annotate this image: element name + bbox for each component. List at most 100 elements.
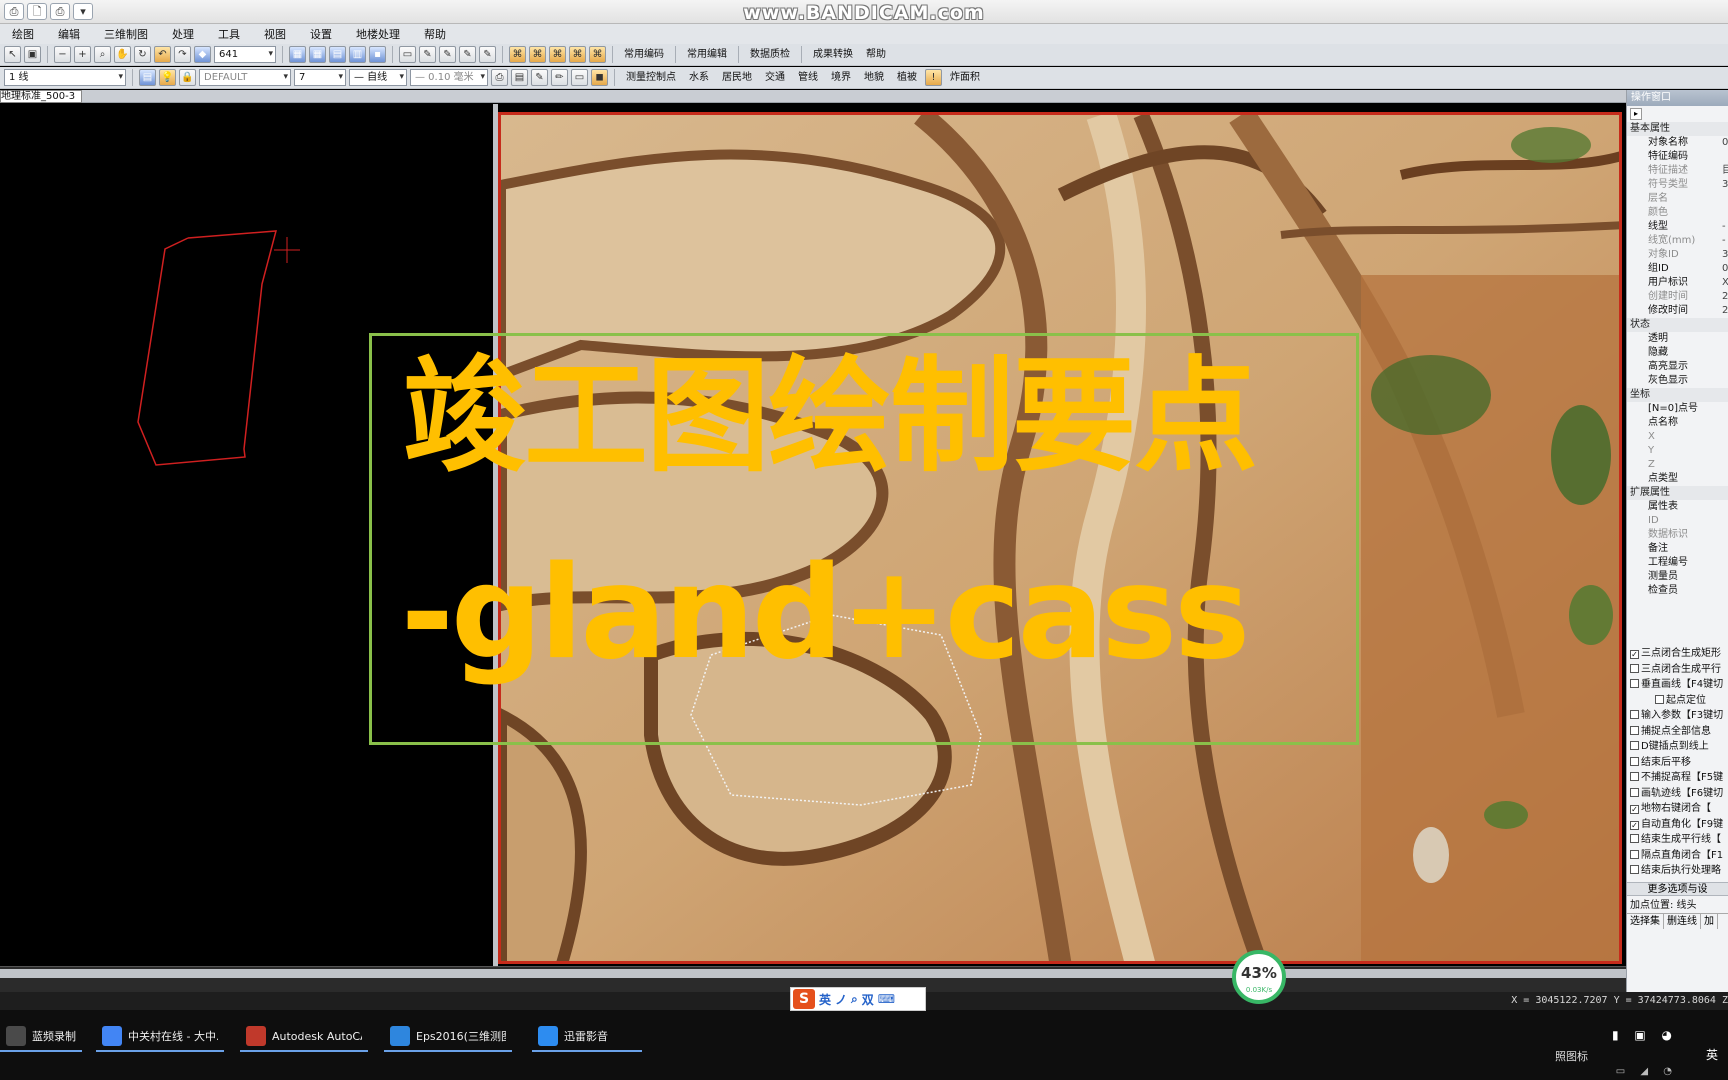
checkbox-icon[interactable] [1630,772,1639,781]
print-preview-icon[interactable]: ⎙ [491,69,508,86]
option-checkbox-row[interactable]: 结束生成平行线【 [1627,832,1728,848]
sogou-logo-icon[interactable]: S [793,989,815,1009]
properties-icon[interactable]: ▤ [511,69,528,86]
menu-tools[interactable]: 工具 [206,26,252,42]
property-row[interactable]: 备注 [1627,542,1728,556]
property-row[interactable]: 透明 [1627,332,1728,346]
property-row[interactable]: 线宽(mm) - [1627,234,1728,248]
option-checkbox-row[interactable]: D键插点到线上 [1627,739,1728,755]
property-row[interactable]: 特征编码 [1627,150,1728,164]
checkbox-icon[interactable] [1630,834,1639,843]
property-row[interactable]: 测量员 [1627,570,1728,584]
taskbar-app[interactable]: 迅雷影音 [532,1022,642,1052]
line-width-combo[interactable]: — 0.10 毫米 [410,69,488,86]
zoom-combo[interactable]: 641 [214,46,276,63]
tab-common-codes[interactable]: 常用编码 [619,46,669,63]
pan-hand-icon[interactable]: ✋ [114,46,131,63]
taskbar-app[interactable]: 中关村在线 - 大中... [96,1022,224,1052]
tab-data-check[interactable]: 数据质检 [745,46,795,63]
option-checkbox-row[interactable]: 画轨迹线【F6键切 [1627,786,1728,802]
menu-building-process[interactable]: 地楼处理 [344,26,412,42]
linetype-combo[interactable]: DEFAULT [199,69,291,86]
property-row[interactable]: 对象ID 3 [1627,248,1728,262]
layer-combo[interactable]: 1 线 [4,69,126,86]
command-line[interactable] [0,969,1626,978]
menu-survey-control[interactable]: 测量控制点 [621,69,681,86]
edit-tool-icon[interactable]: ⌘ [509,46,526,63]
ime-double-pinyin[interactable]: 双 [862,991,874,1008]
checkbox-icon[interactable] [1630,710,1639,719]
property-row[interactable]: 特征描述 目 [1627,164,1728,178]
window-icon[interactable]: ▭ [399,46,416,63]
option-checkbox-row[interactable]: 结束后平移 [1627,755,1728,771]
snap-icon[interactable]: ▦ [309,46,326,63]
property-row[interactable]: 线型 - [1627,220,1728,234]
property-row[interactable]: 灰色显示 [1627,374,1728,388]
zoom-out-icon[interactable]: − [54,46,71,63]
option-checkbox-row[interactable]: ✓ 自动直角化【F9键 [1627,817,1728,833]
checkbox-icon[interactable] [1630,725,1639,735]
property-row[interactable]: 符号类型 3 [1627,178,1728,192]
taskbar-app[interactable]: Autodesk AutoCA... [240,1022,368,1052]
block-icon[interactable]: ▪ [369,46,386,63]
zoom-window-icon[interactable]: ⌕ [94,46,111,63]
table-icon[interactable]: ▥ [349,46,366,63]
option-checkbox-row[interactable]: 垂直画线【F4键切 [1627,677,1728,693]
checkbox-icon[interactable] [1630,741,1639,750]
property-row[interactable]: Z [1627,458,1728,472]
edit-tool-icon[interactable]: ⌘ [549,46,566,63]
camera-icon[interactable]: ▣ [24,46,41,63]
taskbar-app[interactable]: 蓝频录制#### -... [0,1022,82,1052]
menu-draw[interactable]: 绘图 [0,26,46,42]
draw-tool-icon[interactable]: ✎ [439,46,456,63]
undo-icon[interactable]: ↶ [154,46,171,63]
property-row[interactable]: 用户标识 X [1627,276,1728,290]
property-row[interactable]: X [1627,430,1728,444]
option-checkbox-row[interactable]: 结束后执行处理略 [1627,863,1728,879]
package-icon[interactable]: ◼ [591,69,608,86]
menu-process[interactable]: 处理 [160,26,206,42]
monitor-icon[interactable]: ▭ [571,69,588,86]
refresh-icon[interactable]: ↻ [134,46,151,63]
tray-ime[interactable]: 英 [1706,1046,1718,1063]
option-checkbox-row[interactable]: 起点定位 [1627,693,1728,709]
ime-mode-english[interactable]: 英 [819,991,831,1008]
tab-selection-set[interactable]: 选择集 [1627,913,1664,929]
property-row[interactable]: 属性表 [1627,500,1728,514]
option-checkbox-row[interactable]: ✓ 地物右键闭合【 [1627,801,1728,817]
lightbulb-icon[interactable]: 💡 [159,69,176,86]
pencil-icon[interactable]: ✏ [551,69,568,86]
edit-tool-icon[interactable]: ⌘ [589,46,606,63]
select-icon[interactable]: ↖ [4,46,21,63]
checkbox-icon[interactable] [1630,865,1639,874]
option-checkbox-row[interactable]: 三点闭合生成平行 [1627,662,1728,678]
menu-residential[interactable]: 居民地 [717,69,757,86]
menu-view[interactable]: 视图 [252,26,298,42]
more-options-button[interactable]: 更多选项与设 [1627,881,1728,896]
draw-tool-icon[interactable]: ✎ [479,46,496,63]
checkbox-checked-icon[interactable]: ✓ [1630,650,1639,659]
ortho-icon[interactable]: ▤ [329,46,346,63]
draw-tool-icon[interactable]: ✎ [419,46,436,63]
checkbox-icon[interactable] [1630,787,1639,797]
property-row[interactable]: ID [1627,514,1728,528]
grid-icon[interactable]: ▦ [289,46,306,63]
menu-3d-mapping[interactable]: 三维制图 [92,26,160,42]
option-checkbox-row[interactable]: 输入参数【F3键切 [1627,708,1728,724]
tab-common-edit[interactable]: 常用编辑 [682,46,732,63]
taskbar-app[interactable]: Eps2016(三维测图) [384,1022,512,1052]
property-row[interactable]: 检查员 [1627,584,1728,598]
option-checkbox-row[interactable]: 隔点直角闭合【F1 [1627,848,1728,864]
layer-icon[interactable]: ◆ [194,46,211,63]
checkbox-icon[interactable] [1630,849,1639,859]
property-group-header[interactable]: 扩展属性 [1627,486,1728,500]
ime-moon-icon[interactable]: ノ [835,991,847,1008]
property-row[interactable]: 高亮显示 [1627,360,1728,374]
property-row[interactable]: 点名称 [1627,416,1728,430]
property-row[interactable]: 修改时间 2 [1627,304,1728,318]
property-row[interactable]: [N=0]点号 [1627,402,1728,416]
menu-edit[interactable]: 编辑 [46,26,92,42]
network-speed-widget[interactable]: 43% 0.03K/s [1232,950,1286,1004]
panel-arrow-icon[interactable]: ▸ [1630,108,1642,120]
checkbox-icon[interactable] [1630,663,1639,673]
